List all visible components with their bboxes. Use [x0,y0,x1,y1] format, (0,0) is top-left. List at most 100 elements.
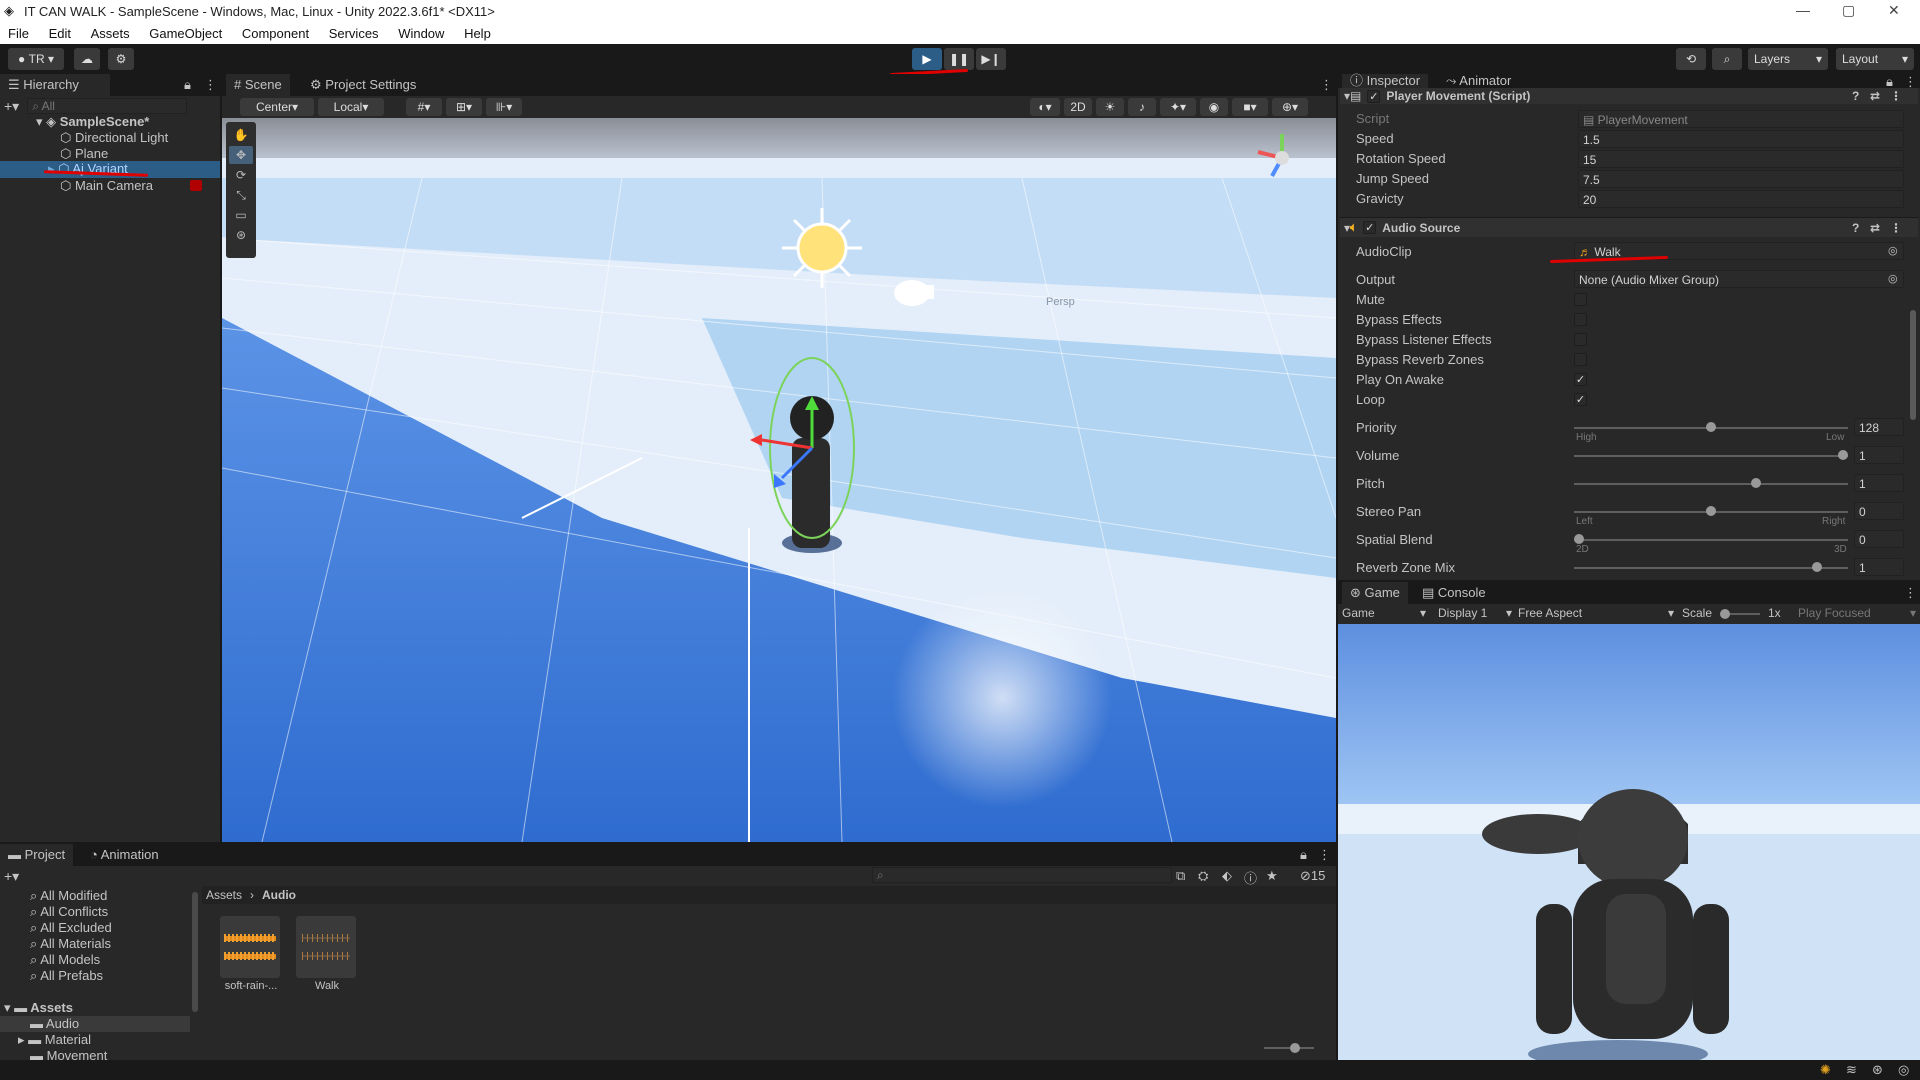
hidden-packages-icon[interactable]: ⊘15 [1300,868,1325,884]
layers-dropdown[interactable]: Layers ▾ [1748,48,1828,70]
asset-thumbnail[interactable] [220,916,280,978]
reverb-zone-mix-field[interactable]: 1 [1854,558,1904,576]
perspective-label[interactable]: Persp [1046,296,1075,308]
play-button[interactable]: ▶ [912,48,942,70]
debug-icon[interactable]: ⊛ [1872,1062,1883,1078]
tab-animation[interactable]: ◔ Animation [82,844,167,866]
asset-thumbnail[interactable] [296,916,356,978]
favorite-item[interactable]: ⌕ All Models [30,952,100,968]
scene-viewport[interactable]: Persp ✋ ✥ ⟳ ⤡ ▭ ⊛ [222,118,1336,842]
thumbnail-size-slider-knob[interactable] [1290,1043,1300,1053]
snap-increment-button[interactable]: ⊞▾ [446,98,482,116]
tab-project-settings[interactable]: ⚙ Project Settings [302,74,424,96]
game-viewport[interactable] [1338,624,1920,1060]
tab-project[interactable]: ▬ Project [0,844,74,866]
menu-help[interactable]: Help [464,24,491,44]
tab-game[interactable]: ⊛ Game [1342,582,1408,604]
kebab-menu-icon[interactable]: ⋮ [1320,77,1333,93]
move-tool-icon[interactable]: ✥ [229,146,253,164]
hierarchy-item[interactable]: ⬡ Plane [60,146,108,162]
hierarchy-item[interactable]: ⬡ Directional Light [60,130,168,146]
favorite-item[interactable]: ⌕ All Modified [30,888,107,904]
rotation-speed-field[interactable]: 15 [1578,150,1904,168]
preset-icon[interactable]: ⇄ [1870,221,1880,235]
bypass-reverb-checkbox[interactable] [1574,353,1587,366]
cache-icon[interactable]: ≋ [1846,1062,1857,1078]
reverb-zone-mix-slider-knob[interactable] [1811,562,1822,572]
space-dropdown[interactable]: Local ▾ [318,98,384,116]
menu-window[interactable]: Window [398,24,444,44]
menu-gameobject[interactable]: GameObject [149,24,222,44]
lock-icon[interactable]: 🔒︎ [184,77,191,93]
kebab-menu-icon[interactable]: ⋮ [204,77,217,93]
assets-root[interactable]: ▾ ▬ Assets [4,1000,73,1016]
draw-mode-button[interactable]: ◐▾ [1030,98,1060,116]
play-on-awake-checkbox[interactable]: ✓ [1574,373,1587,386]
breadcrumb-assets[interactable]: Assets [206,888,242,902]
pitch-slider-track[interactable] [1574,483,1848,485]
priority-field[interactable]: 128 [1854,418,1904,436]
object-picker-icon[interactable]: ◎ [1888,244,1898,257]
gizmos-button[interactable]: ⊕▾ [1272,98,1308,116]
spatial-blend-field[interactable]: 0 [1854,530,1904,548]
loop-checkbox[interactable]: ✓ [1574,393,1587,406]
search-by-type-icon[interactable]: ⧉ [1176,868,1185,884]
menu-file[interactable]: File [8,24,29,44]
bypass-listener-checkbox[interactable] [1574,333,1587,346]
audio-source-header[interactable]: ▾ 🔈︎ ✓ Audio Source ? ⇄ ⋮ [1340,217,1918,237]
search-button[interactable]: ⌕ [1712,48,1742,70]
thumbnail-size-slider-track[interactable] [1264,1047,1314,1049]
component-enabled-checkbox[interactable]: ✓ [1367,89,1381,103]
object-picker-icon[interactable]: ◎ [1888,272,1898,285]
breadcrumb-audio[interactable]: Audio [262,888,296,902]
add-icon[interactable]: +▾ [4,98,19,115]
tag-icon[interactable]: ⬖ [1222,868,1232,884]
align-button[interactable]: ⊪▾ [486,98,522,116]
pause-button[interactable]: ❚❚ [944,48,974,70]
kebab-menu-icon[interactable]: ⋮ [1904,585,1917,601]
hand-tool-icon[interactable]: ✋ [229,126,253,144]
kebab-menu-icon[interactable]: ⋮ [1318,847,1331,863]
audio-toggle[interactable]: ♪ [1128,98,1156,116]
visibility-toggle[interactable]: ◉ [1200,98,1228,116]
menu-services[interactable]: Services [329,24,379,44]
stereo-pan-field[interactable]: 0 [1854,502,1904,520]
scene-root[interactable]: ▾ ◈ SampleScene* [36,114,220,130]
reverb-zone-mix-slider-track[interactable] [1574,567,1848,569]
tab-inspector[interactable]: ⓘ Inspector [1342,74,1429,88]
collab-button[interactable]: ⚙ [108,48,134,70]
output-field[interactable]: None (Audio Mixer Group) [1574,270,1904,288]
favorite-item[interactable]: ⌕ All Prefabs [30,968,103,984]
close-icon[interactable]: ✕ [1888,2,1900,19]
2d-toggle[interactable]: 2D [1064,98,1092,116]
menu-edit[interactable]: Edit [49,24,71,44]
rotate-tool-icon[interactable]: ⟳ [229,166,253,184]
menu-component[interactable]: Component [242,24,309,44]
help-icon[interactable]: ? [1852,89,1859,103]
star-icon[interactable]: ★ [1266,868,1278,884]
volume-slider-knob[interactable] [1838,450,1848,460]
mute-checkbox[interactable] [1574,293,1587,306]
hierarchy-search-input[interactable]: ⌕ All [27,98,188,114]
camera-settings-button[interactable]: ■▾ [1232,98,1268,116]
tab-scene[interactable]: # Scene [226,74,290,96]
inspector-scrollbar[interactable] [1910,310,1916,420]
tab-hierarchy[interactable]: ☰ Hierarchy [0,74,110,96]
lighting-toggle[interactable]: ☀ [1096,98,1124,116]
pitch-field[interactable]: 1 [1854,474,1904,492]
favorite-item[interactable]: ⌕ All Materials [30,936,111,952]
display-dropdown[interactable]: Display 1 ▾ [1438,606,1512,620]
scale-tool-icon[interactable]: ⤡ [229,186,253,204]
account-button[interactable]: ● TR ▾ [8,48,64,70]
pitch-slider-knob[interactable] [1750,478,1761,488]
pivot-dropdown[interactable]: Center ▾ [240,98,314,116]
folder-item[interactable]: ▸ ▬ Material [18,1032,91,1048]
kebab-menu-icon[interactable]: ⋮ [1890,89,1902,103]
tab-console[interactable]: ▤ Console [1414,582,1494,604]
project-search-input[interactable]: ⌕ [872,867,1172,883]
lock-icon[interactable]: 🔒︎ [1300,847,1307,863]
bypass-effects-checkbox[interactable] [1574,313,1587,326]
play-focused-dropdown[interactable]: Play Focused ▾ [1798,606,1916,620]
transform-tool-icon[interactable]: ⊛ [229,226,253,244]
grid-snap-button[interactable]: #▾ [406,98,442,116]
